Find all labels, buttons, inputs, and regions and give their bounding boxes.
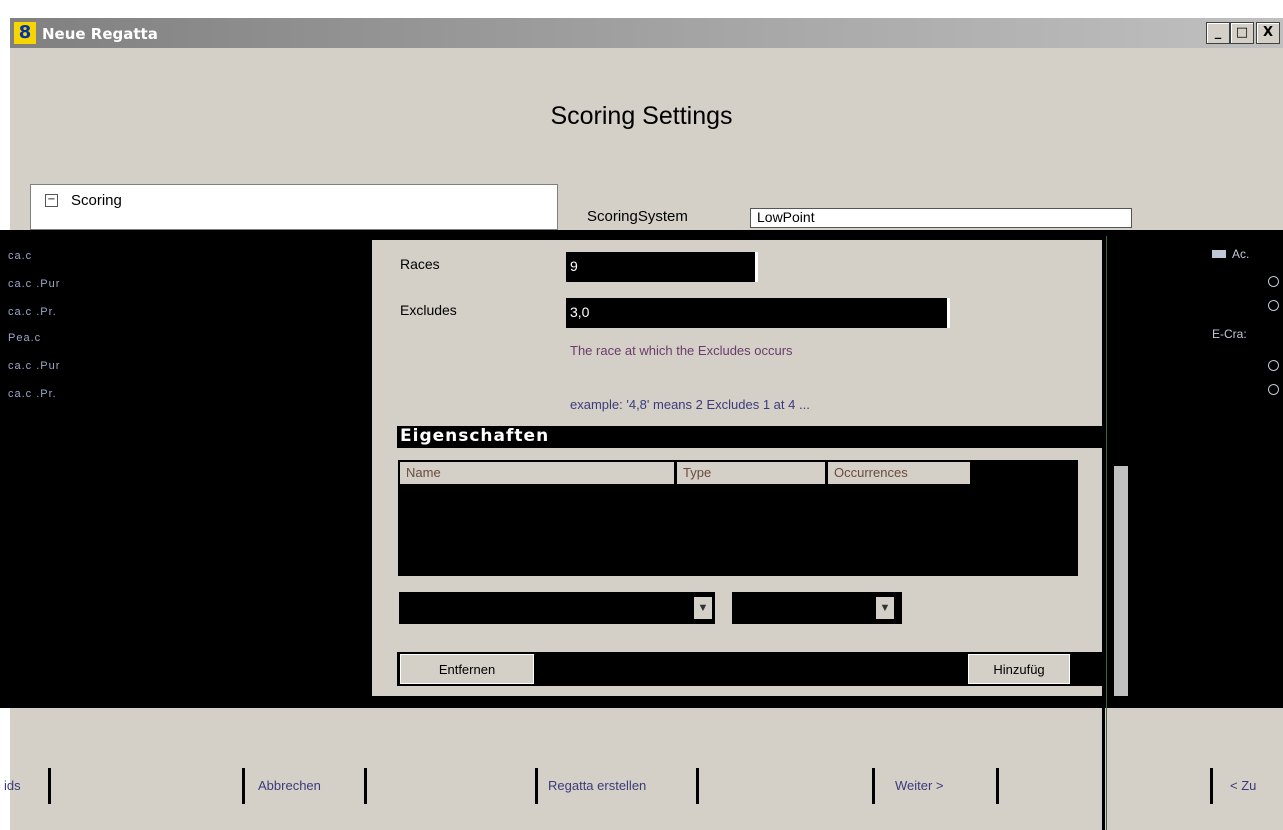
minimize-button[interactable]: _ [1206,22,1230,44]
excludes-input[interactable]: 3,0 [566,298,950,328]
scrollbar[interactable] [1114,466,1128,696]
list-item[interactable]: ca.c [8,250,32,262]
right-options-panel [1110,240,1283,696]
excludes-label: Excludes [400,302,457,318]
tree-node-scoring[interactable]: Scoring [71,192,122,209]
nav-separator [48,768,51,804]
races-label: Races [400,256,440,272]
checkbox-icon[interactable] [1212,250,1226,258]
list-item[interactable]: ca.c .Pur [8,278,60,290]
property-name-combo[interactable] [397,590,717,626]
list-item[interactable]: ca.c .Pur [8,360,60,372]
column-header-occurrences[interactable]: Occurrences [828,462,972,484]
back-button-partial[interactable]: < Zu [1230,768,1256,804]
excludes-example: example: '4,8' means 2 Excludes 1 at 4 .… [570,397,810,412]
option-label: E-Cra: [1212,327,1247,341]
divider [1106,236,1107,830]
list-item[interactable]: ca.c .Pr. [8,388,57,400]
scoring-system-select[interactable]: LowPoint [750,208,1132,228]
radio-icon[interactable] [1268,360,1279,371]
option-label: Ac. [1232,247,1250,261]
title-bar[interactable] [10,18,1283,48]
add-button[interactable]: Hinzufüg [968,654,1070,684]
next-button[interactable]: Weiter > [895,768,944,804]
remove-button[interactable]: Entfernen [400,654,534,684]
create-regatta-button[interactable]: Regatta erstellen [548,768,646,804]
column-header-type[interactable]: Type [677,462,827,484]
excludes-hint: The race at which the Excludes occurs [570,343,793,358]
dropdown-arrow-icon[interactable]: ▼ [876,597,894,619]
nav-separator [696,768,699,804]
close-button[interactable]: X [1256,22,1280,44]
radio-icon[interactable] [1268,276,1279,287]
scoring-system-label: ScoringSystem [587,208,688,225]
tree-expander-icon[interactable]: − [45,194,58,207]
left-list-panel[interactable] [6,240,364,696]
splitter[interactable] [372,240,394,696]
maximize-button[interactable]: □ [1230,22,1254,44]
radio-icon[interactable] [1268,384,1279,395]
app-icon: 8 [14,22,36,44]
list-item[interactable]: ca.c .Pr. [8,306,57,318]
nav-separator [242,768,245,804]
nav-separator [535,768,538,804]
nav-separator [1210,768,1213,804]
page-title: Scoring Settings [550,102,733,130]
list-item[interactable]: Pea.c [8,332,41,344]
nav-separator [872,768,875,804]
nav-separator [996,768,999,804]
cancel-button[interactable]: Abbrechen [258,768,321,804]
radio-icon[interactable] [1268,300,1279,311]
properties-title: Eigenschaften [400,426,550,446]
scoring-system-value: LowPoint [757,209,815,225]
races-input[interactable]: 9 [566,252,758,282]
dropdown-arrow-icon[interactable]: ▼ [694,597,712,619]
column-header-name[interactable]: Name [400,462,676,484]
divider [1102,236,1105,830]
window-title: Neue Regatta [42,25,158,43]
nav-separator [364,768,367,804]
nav-partial-left[interactable]: ids [4,768,21,804]
